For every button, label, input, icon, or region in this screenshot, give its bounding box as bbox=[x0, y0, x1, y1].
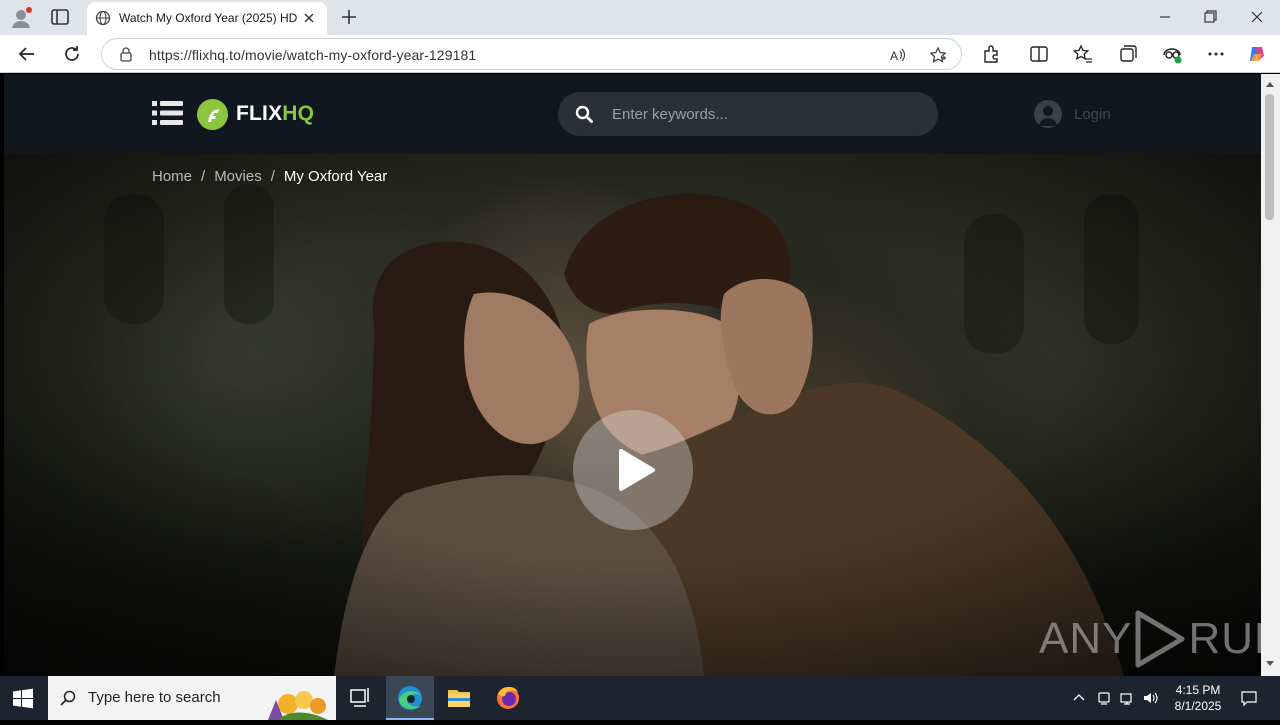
file-explorer-icon[interactable] bbox=[435, 676, 483, 720]
volume-icon[interactable] bbox=[1142, 690, 1158, 706]
favorite-star-icon[interactable] bbox=[929, 46, 947, 64]
taskbar-edge[interactable] bbox=[386, 676, 434, 720]
tab-actions-icon[interactable] bbox=[50, 8, 70, 26]
breadcrumb-home[interactable]: Home bbox=[152, 168, 192, 185]
login-button[interactable]: Login bbox=[1034, 100, 1111, 128]
url-text: https://flixhq.to/movie/watch-my-oxford-… bbox=[149, 47, 477, 63]
close-icon[interactable] bbox=[302, 11, 316, 25]
refresh-icon[interactable] bbox=[62, 44, 82, 64]
network-icon[interactable] bbox=[1119, 690, 1135, 706]
play-button[interactable] bbox=[573, 410, 693, 530]
breadcrumb-movies[interactable]: Movies bbox=[214, 168, 262, 185]
device-icon[interactable] bbox=[1096, 690, 1112, 706]
search-input[interactable] bbox=[612, 102, 912, 126]
logo-mark-icon bbox=[197, 98, 228, 130]
anyrun-watermark: ANY RUN bbox=[1039, 609, 1261, 669]
login-label: Login bbox=[1074, 105, 1111, 123]
back-icon[interactable] bbox=[17, 44, 37, 64]
collections-icon[interactable] bbox=[1118, 44, 1138, 64]
watermark-text-left: ANY bbox=[1039, 614, 1133, 663]
user-icon bbox=[1034, 100, 1062, 128]
breadcrumb-separator: / bbox=[270, 168, 275, 185]
watermark-text-right: RUN bbox=[1188, 614, 1261, 663]
browser-essentials-icon[interactable] bbox=[1162, 44, 1182, 64]
address-bar: https://flixhq.to/movie/watch-my-oxford-… bbox=[0, 35, 1280, 73]
clock-time: 4:15 PM bbox=[1175, 683, 1221, 697]
watermark-play-icon bbox=[1135, 610, 1185, 668]
search-icon bbox=[60, 690, 76, 706]
tab-title: Watch My Oxford Year (2025) HD bbox=[119, 11, 297, 25]
scroll-up-icon[interactable] bbox=[1265, 80, 1275, 88]
site-search-box bbox=[558, 92, 938, 136]
video-player-cover[interactable]: Home / Movies / My Oxford Year ANY RUN bbox=[4, 154, 1261, 676]
breadcrumb-current: My Oxford Year bbox=[283, 168, 388, 185]
notification-icon[interactable] bbox=[1240, 689, 1258, 707]
read-aloud-icon[interactable]: A bbox=[889, 46, 907, 64]
logo-text: FLIX bbox=[236, 102, 283, 125]
window-close-icon[interactable] bbox=[1248, 8, 1266, 26]
profile-icon[interactable] bbox=[10, 7, 32, 29]
site-logo[interactable]: FLIXHQ bbox=[197, 98, 314, 130]
page-scrollbar[interactable] bbox=[1261, 74, 1280, 676]
site-header: FLIXHQ Login bbox=[4, 74, 1261, 154]
edge-icon bbox=[398, 686, 422, 710]
extensions-icon[interactable] bbox=[981, 44, 1001, 64]
play-icon bbox=[619, 449, 655, 491]
favorites-icon[interactable] bbox=[1073, 44, 1093, 64]
svg-text:A: A bbox=[890, 49, 898, 63]
copilot-icon[interactable] bbox=[1247, 44, 1267, 64]
firefox-icon[interactable] bbox=[484, 676, 532, 720]
url-field[interactable]: https://flixhq.to/movie/watch-my-oxford-… bbox=[101, 38, 962, 70]
clock-date: 8/1/2025 bbox=[1174, 699, 1222, 713]
maximize-icon[interactable] bbox=[1201, 8, 1219, 26]
taskbar-search-placeholder: Type here to search bbox=[88, 689, 221, 706]
taskbar-search[interactable]: Type here to search bbox=[48, 676, 336, 720]
scroll-down-icon[interactable] bbox=[1265, 660, 1275, 668]
more-icon[interactable] bbox=[1206, 44, 1226, 64]
windows-taskbar: Type here to search 4:15 PM 8/1/2025 bbox=[0, 676, 1280, 720]
breadcrumb: Home / Movies / My Oxford Year bbox=[152, 168, 387, 185]
scrollbar-thumb[interactable] bbox=[1265, 94, 1274, 220]
windows-start-icon[interactable] bbox=[12, 688, 34, 710]
chevron-up-icon[interactable] bbox=[1071, 690, 1087, 706]
task-view-icon[interactable] bbox=[336, 676, 384, 720]
split-screen-icon[interactable] bbox=[1029, 44, 1049, 64]
minimize-icon[interactable] bbox=[1156, 8, 1174, 26]
lock-icon[interactable] bbox=[118, 46, 134, 62]
search-highlight-image bbox=[268, 691, 328, 720]
taskbar-clock[interactable]: 4:15 PM 8/1/2025 bbox=[1168, 682, 1228, 714]
plus-icon[interactable] bbox=[340, 8, 358, 26]
browser-tab-bar: Watch My Oxford Year (2025) HD bbox=[0, 0, 1280, 35]
breadcrumb-separator: / bbox=[201, 168, 206, 185]
logo-text-accent: HQ bbox=[282, 102, 315, 125]
globe-icon bbox=[95, 10, 111, 26]
web-page: FLIXHQ Login bbox=[4, 74, 1261, 676]
search-icon[interactable] bbox=[575, 105, 593, 123]
menu-icon[interactable] bbox=[152, 100, 183, 126]
browser-tab-active[interactable]: Watch My Oxford Year (2025) HD bbox=[87, 2, 327, 35]
